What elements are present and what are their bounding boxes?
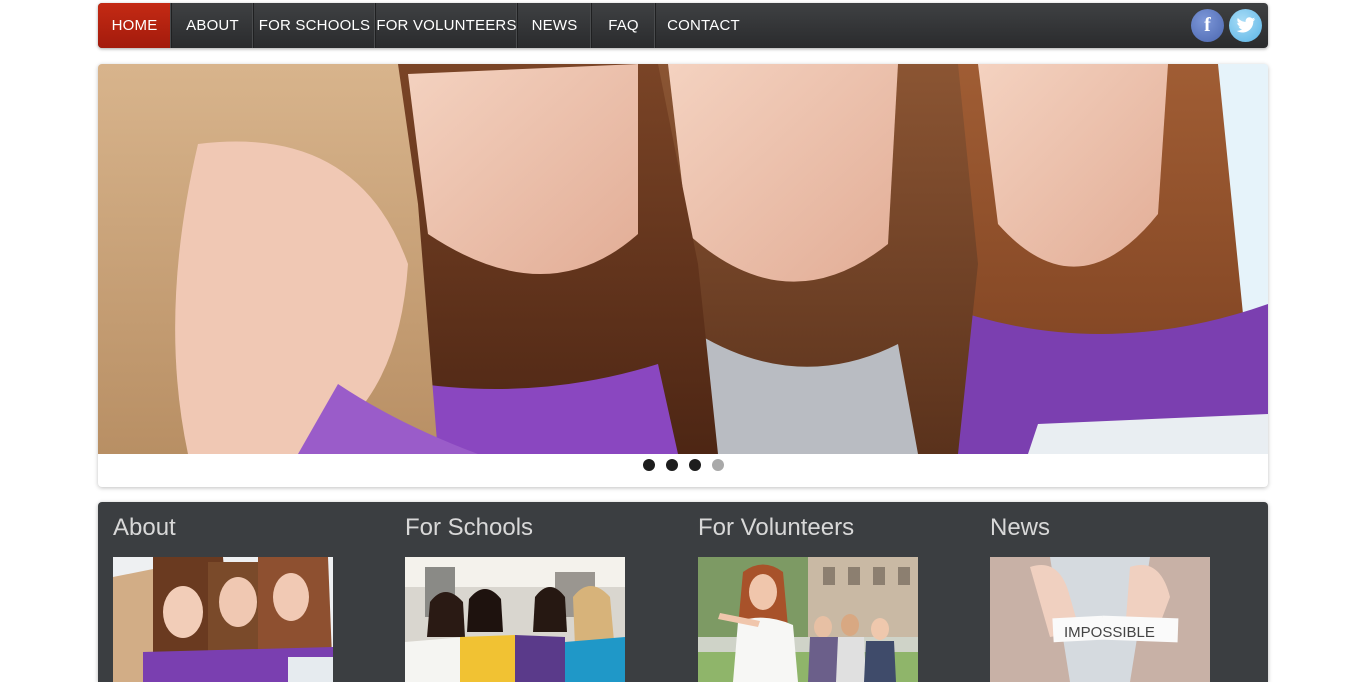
students-group-photo bbox=[405, 557, 625, 682]
facebook-icon[interactable]: f bbox=[1191, 9, 1224, 42]
main-navigation: HOME ABOUT FOR SCHOOLS FOR VOLUNTEERS NE… bbox=[98, 3, 1268, 48]
slider-dot-4[interactable] bbox=[711, 459, 724, 471]
nav-home[interactable]: HOME bbox=[98, 3, 172, 48]
nav-news[interactable]: NEWS bbox=[518, 3, 592, 48]
hero-slide-image bbox=[98, 64, 1268, 454]
nav-for-volunteers[interactable]: FOR VOLUNTEERS bbox=[376, 3, 518, 48]
facebook-glyph: f bbox=[1204, 14, 1211, 36]
box-title-for-schools[interactable]: For Schools bbox=[405, 514, 533, 542]
box-title-news[interactable]: News bbox=[990, 514, 1050, 542]
nav-contact[interactable]: CONTACT bbox=[656, 3, 751, 48]
box-title-about[interactable]: About bbox=[113, 514, 176, 542]
twitter-icon[interactable] bbox=[1229, 9, 1262, 42]
impossible-paper-text: IMPOSSIBLE bbox=[1064, 624, 1155, 641]
nav-about[interactable]: ABOUT bbox=[172, 3, 254, 48]
feature-boxes: About For Schools For Volunteers News IM… bbox=[98, 502, 1268, 682]
about-thumbnail[interactable] bbox=[113, 557, 333, 682]
volunteer-pointing-photo bbox=[698, 557, 918, 682]
box-title-for-volunteers[interactable]: For Volunteers bbox=[698, 514, 854, 542]
impossible-paper-photo: IMPOSSIBLE bbox=[990, 557, 1210, 682]
slider-dot-1[interactable] bbox=[642, 459, 655, 471]
students-illustration bbox=[98, 64, 1268, 454]
social-links: f bbox=[1191, 9, 1262, 42]
twitter-bird-glyph bbox=[1236, 17, 1255, 33]
slider-dot-2[interactable] bbox=[665, 459, 678, 471]
hero-slider bbox=[98, 64, 1268, 487]
for-volunteers-thumbnail[interactable] bbox=[698, 557, 918, 682]
nav-for-schools[interactable]: FOR SCHOOLS bbox=[254, 3, 376, 48]
girls-studying-photo bbox=[113, 557, 333, 682]
slider-pagination bbox=[98, 459, 1268, 471]
news-thumbnail[interactable]: IMPOSSIBLE bbox=[990, 557, 1210, 682]
nav-faq[interactable]: FAQ bbox=[592, 3, 656, 48]
slider-dot-3[interactable] bbox=[688, 459, 701, 471]
for-schools-thumbnail[interactable] bbox=[405, 557, 625, 682]
